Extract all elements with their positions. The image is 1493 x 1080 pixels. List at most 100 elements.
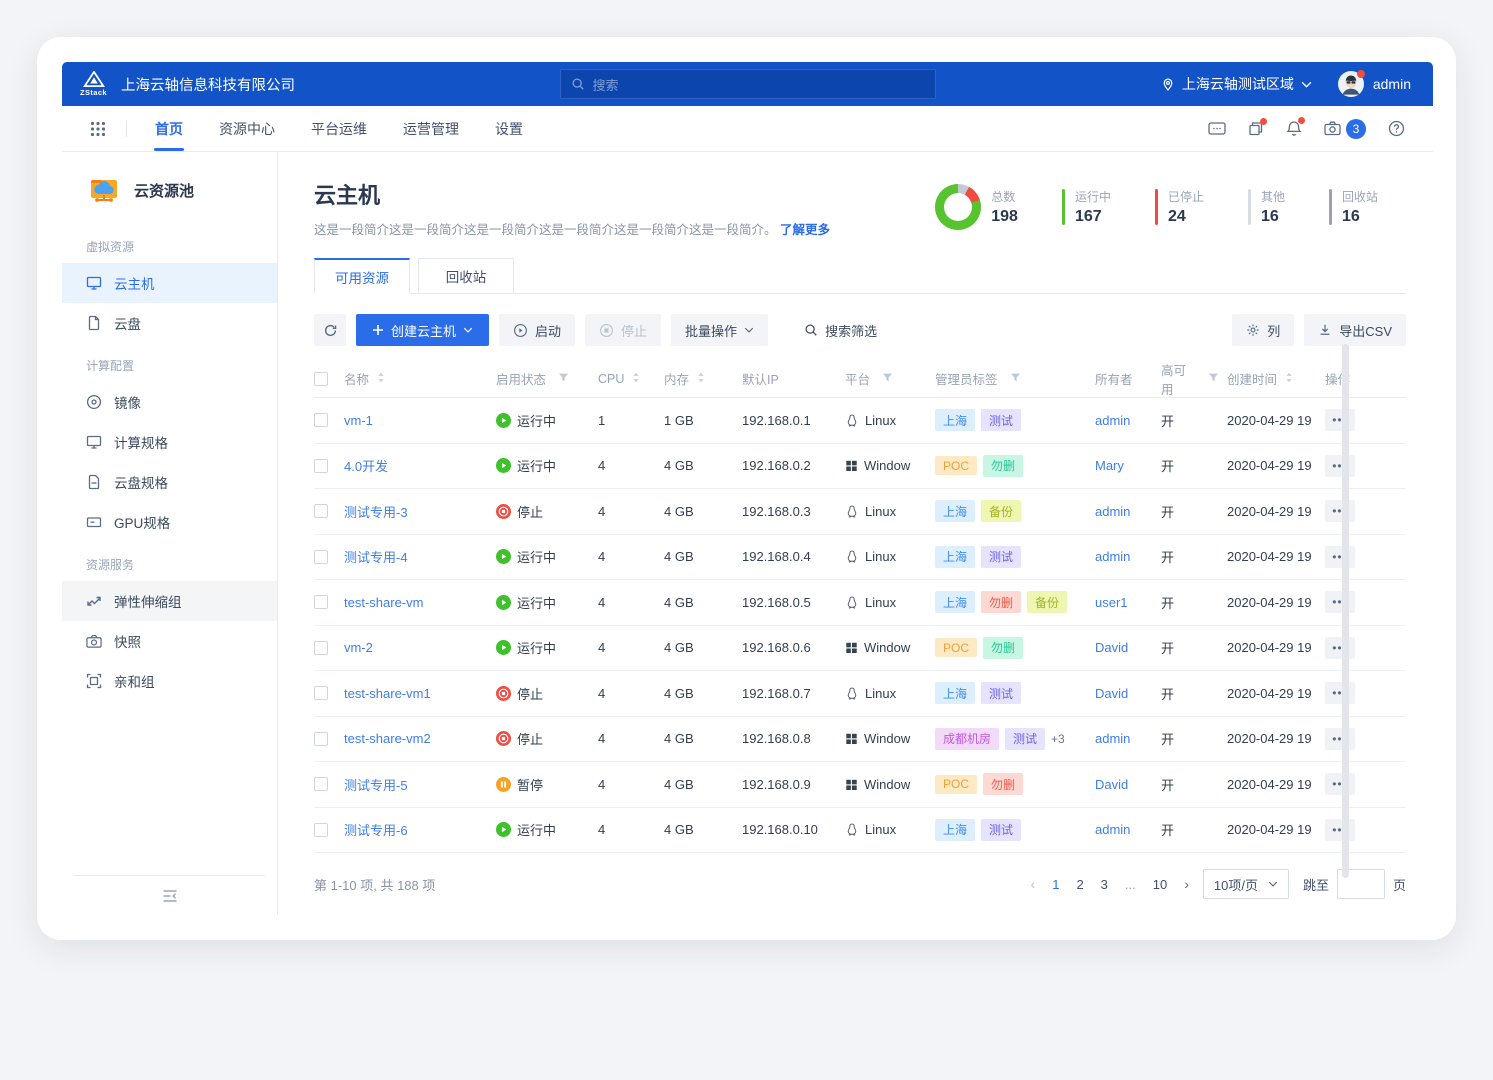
refresh-button[interactable] <box>314 314 346 346</box>
sort-icon[interactable] <box>697 371 705 387</box>
search-filter-button[interactable]: 搜索筛选 <box>790 314 891 346</box>
vm-name-link[interactable]: test-share-vm <box>344 595 423 610</box>
table-row[interactable]: 4.0开发运行中44 GB192.168.0.2WindowPOC勿删Mary开… <box>314 444 1406 490</box>
table-row[interactable]: 测试专用-6运行中44 GB192.168.0.10Linux上海测试admin… <box>314 808 1406 854</box>
snapshot-count-badge[interactable]: 3 <box>1346 119 1366 139</box>
owner-link[interactable]: admin <box>1095 822 1130 837</box>
row-checkbox[interactable] <box>314 777 328 791</box>
vm-name-link[interactable]: 4.0开发 <box>344 456 388 475</box>
export-csv-button[interactable]: 导出CSV <box>1304 314 1406 346</box>
vm-name-link[interactable]: vm-2 <box>344 640 373 655</box>
next-page-arrow[interactable]: › <box>1184 876 1189 892</box>
more-actions-button[interactable]: ••• <box>1325 591 1355 613</box>
more-actions-button[interactable]: ••• <box>1325 546 1355 568</box>
page-number-2[interactable]: 2 <box>1076 877 1083 892</box>
more-actions-button[interactable]: ••• <box>1325 455 1355 477</box>
more-actions-button[interactable]: ••• <box>1325 773 1355 795</box>
filter-icon[interactable] <box>1208 372 1219 386</box>
table-row[interactable]: 测试专用-4运行中44 GB192.168.0.4Linux上海测试admin开… <box>314 535 1406 581</box>
select-all-checkbox[interactable] <box>314 372 328 386</box>
more-actions-button[interactable]: ••• <box>1325 500 1355 522</box>
nav-tab-3[interactable]: 平台运维 <box>311 106 367 151</box>
apps-grid-icon[interactable] <box>90 121 106 137</box>
sort-icon[interactable] <box>1285 371 1293 387</box>
row-checkbox[interactable] <box>314 686 328 700</box>
page-number-3[interactable]: 3 <box>1101 877 1108 892</box>
sidebar-item-云盘[interactable]: 云盘 <box>62 303 277 343</box>
more-actions-button[interactable]: ••• <box>1325 682 1355 704</box>
table-row[interactable]: test-share-vm1停止44 GB192.168.0.7Linux上海测… <box>314 671 1406 717</box>
page-number-1[interactable]: 1 <box>1052 877 1059 892</box>
row-checkbox[interactable] <box>314 595 328 609</box>
row-checkbox[interactable] <box>314 504 328 518</box>
sidebar-item-GPU规格[interactable]: GPU规格 <box>62 502 277 542</box>
create-vm-button[interactable]: 创建云主机 <box>356 314 489 346</box>
stop-button[interactable]: 停止 <box>585 314 661 346</box>
prev-page-arrow[interactable]: ‹ <box>1031 876 1036 892</box>
owner-link[interactable]: David <box>1095 686 1128 701</box>
region-selector[interactable]: 上海云轴测试区域 <box>1161 74 1312 94</box>
more-actions-button[interactable]: ••• <box>1325 819 1355 841</box>
tab-可用资源[interactable]: 可用资源 <box>314 258 410 294</box>
owner-link[interactable]: David <box>1095 640 1128 655</box>
row-checkbox[interactable] <box>314 823 328 837</box>
table-row[interactable]: 测试专用-3停止44 GB192.168.0.3Linux上海备份admin开2… <box>314 489 1406 535</box>
owner-link[interactable]: user1 <box>1095 595 1128 610</box>
row-checkbox[interactable] <box>314 550 328 564</box>
page-number-10[interactable]: 10 <box>1153 877 1167 892</box>
tab-回收站[interactable]: 回收站 <box>418 258 514 294</box>
table-row[interactable]: test-share-vm运行中44 GB192.168.0.5Linux上海勿… <box>314 580 1406 626</box>
sort-icon[interactable] <box>632 371 640 387</box>
nav-tab-5[interactable]: 设置 <box>495 106 523 151</box>
collapse-sidebar-icon[interactable] <box>162 889 178 903</box>
row-checkbox[interactable] <box>314 641 328 655</box>
vertical-scrollbar[interactable] <box>1342 344 1349 878</box>
table-row[interactable]: vm-2运行中44 GB192.168.0.6WindowPOC勿删David开… <box>314 626 1406 672</box>
row-checkbox[interactable] <box>314 459 328 473</box>
sidebar-item-云盘规格[interactable]: 云盘规格 <box>62 462 277 502</box>
sidebar-item-镜像[interactable]: 镜像 <box>62 382 277 422</box>
columns-button[interactable]: 列 <box>1232 314 1294 346</box>
help-icon[interactable] <box>1388 120 1405 137</box>
bell-icon[interactable] <box>1286 120 1302 137</box>
sidebar-item-计算规格[interactable]: 计算规格 <box>62 422 277 462</box>
batch-actions-button[interactable]: 批量操作 <box>671 314 768 346</box>
snapshot-camera-icon[interactable] <box>1324 121 1341 136</box>
filter-icon[interactable] <box>882 372 893 386</box>
sort-icon[interactable] <box>377 371 385 387</box>
vm-name-link[interactable]: test-share-vm1 <box>344 686 431 701</box>
more-actions-button[interactable]: ••• <box>1325 637 1355 659</box>
vm-name-link[interactable]: 测试专用-3 <box>344 502 408 521</box>
filter-icon[interactable] <box>558 372 569 386</box>
user-menu[interactable]: admin <box>1338 71 1411 97</box>
sidebar-item-云主机[interactable]: 云主机 <box>62 263 277 303</box>
sidebar-item-亲和组[interactable]: 亲和组 <box>62 661 277 701</box>
vm-name-link[interactable]: test-share-vm2 <box>344 731 431 746</box>
owner-link[interactable]: admin <box>1095 413 1130 428</box>
table-row[interactable]: 测试专用-5暂停44 GB192.168.0.9WindowPOC勿删David… <box>314 762 1406 808</box>
vm-name-link[interactable]: 测试专用-6 <box>344 820 408 839</box>
vm-name-link[interactable]: 测试专用-4 <box>344 547 408 566</box>
learn-more-link[interactable]: 了解更多 <box>780 223 830 237</box>
nav-tab-4[interactable]: 运营管理 <box>403 106 459 151</box>
owner-link[interactable]: Mary <box>1095 458 1124 473</box>
owner-link[interactable]: David <box>1095 777 1128 792</box>
owner-link[interactable]: admin <box>1095 731 1130 746</box>
row-checkbox[interactable] <box>314 732 328 746</box>
start-button[interactable]: 启动 <box>499 314 575 346</box>
page-size-select[interactable]: 10项/页 <box>1203 869 1289 899</box>
owner-link[interactable]: admin <box>1095 504 1130 519</box>
tasks-icon[interactable] <box>1248 121 1264 137</box>
sidebar-item-快照[interactable]: 快照 <box>62 621 277 661</box>
vm-name-link[interactable]: 测试专用-5 <box>344 775 408 794</box>
nav-tab-1[interactable]: 首页 <box>155 106 183 151</box>
table-row[interactable]: test-share-vm2停止44 GB192.168.0.8Window成都… <box>314 717 1406 763</box>
global-search-input[interactable]: 搜索 <box>560 69 936 99</box>
more-actions-button[interactable]: ••• <box>1325 728 1355 750</box>
nav-tab-2[interactable]: 资源中心 <box>219 106 275 151</box>
table-row[interactable]: vm-1运行中11 GB192.168.0.1Linux上海测试admin开20… <box>314 398 1406 444</box>
owner-link[interactable]: admin <box>1095 549 1130 564</box>
sidebar-item-弹性伸缩组[interactable]: 弹性伸缩组 <box>62 581 277 621</box>
row-checkbox[interactable] <box>314 413 328 427</box>
console-icon[interactable] <box>1208 121 1226 137</box>
